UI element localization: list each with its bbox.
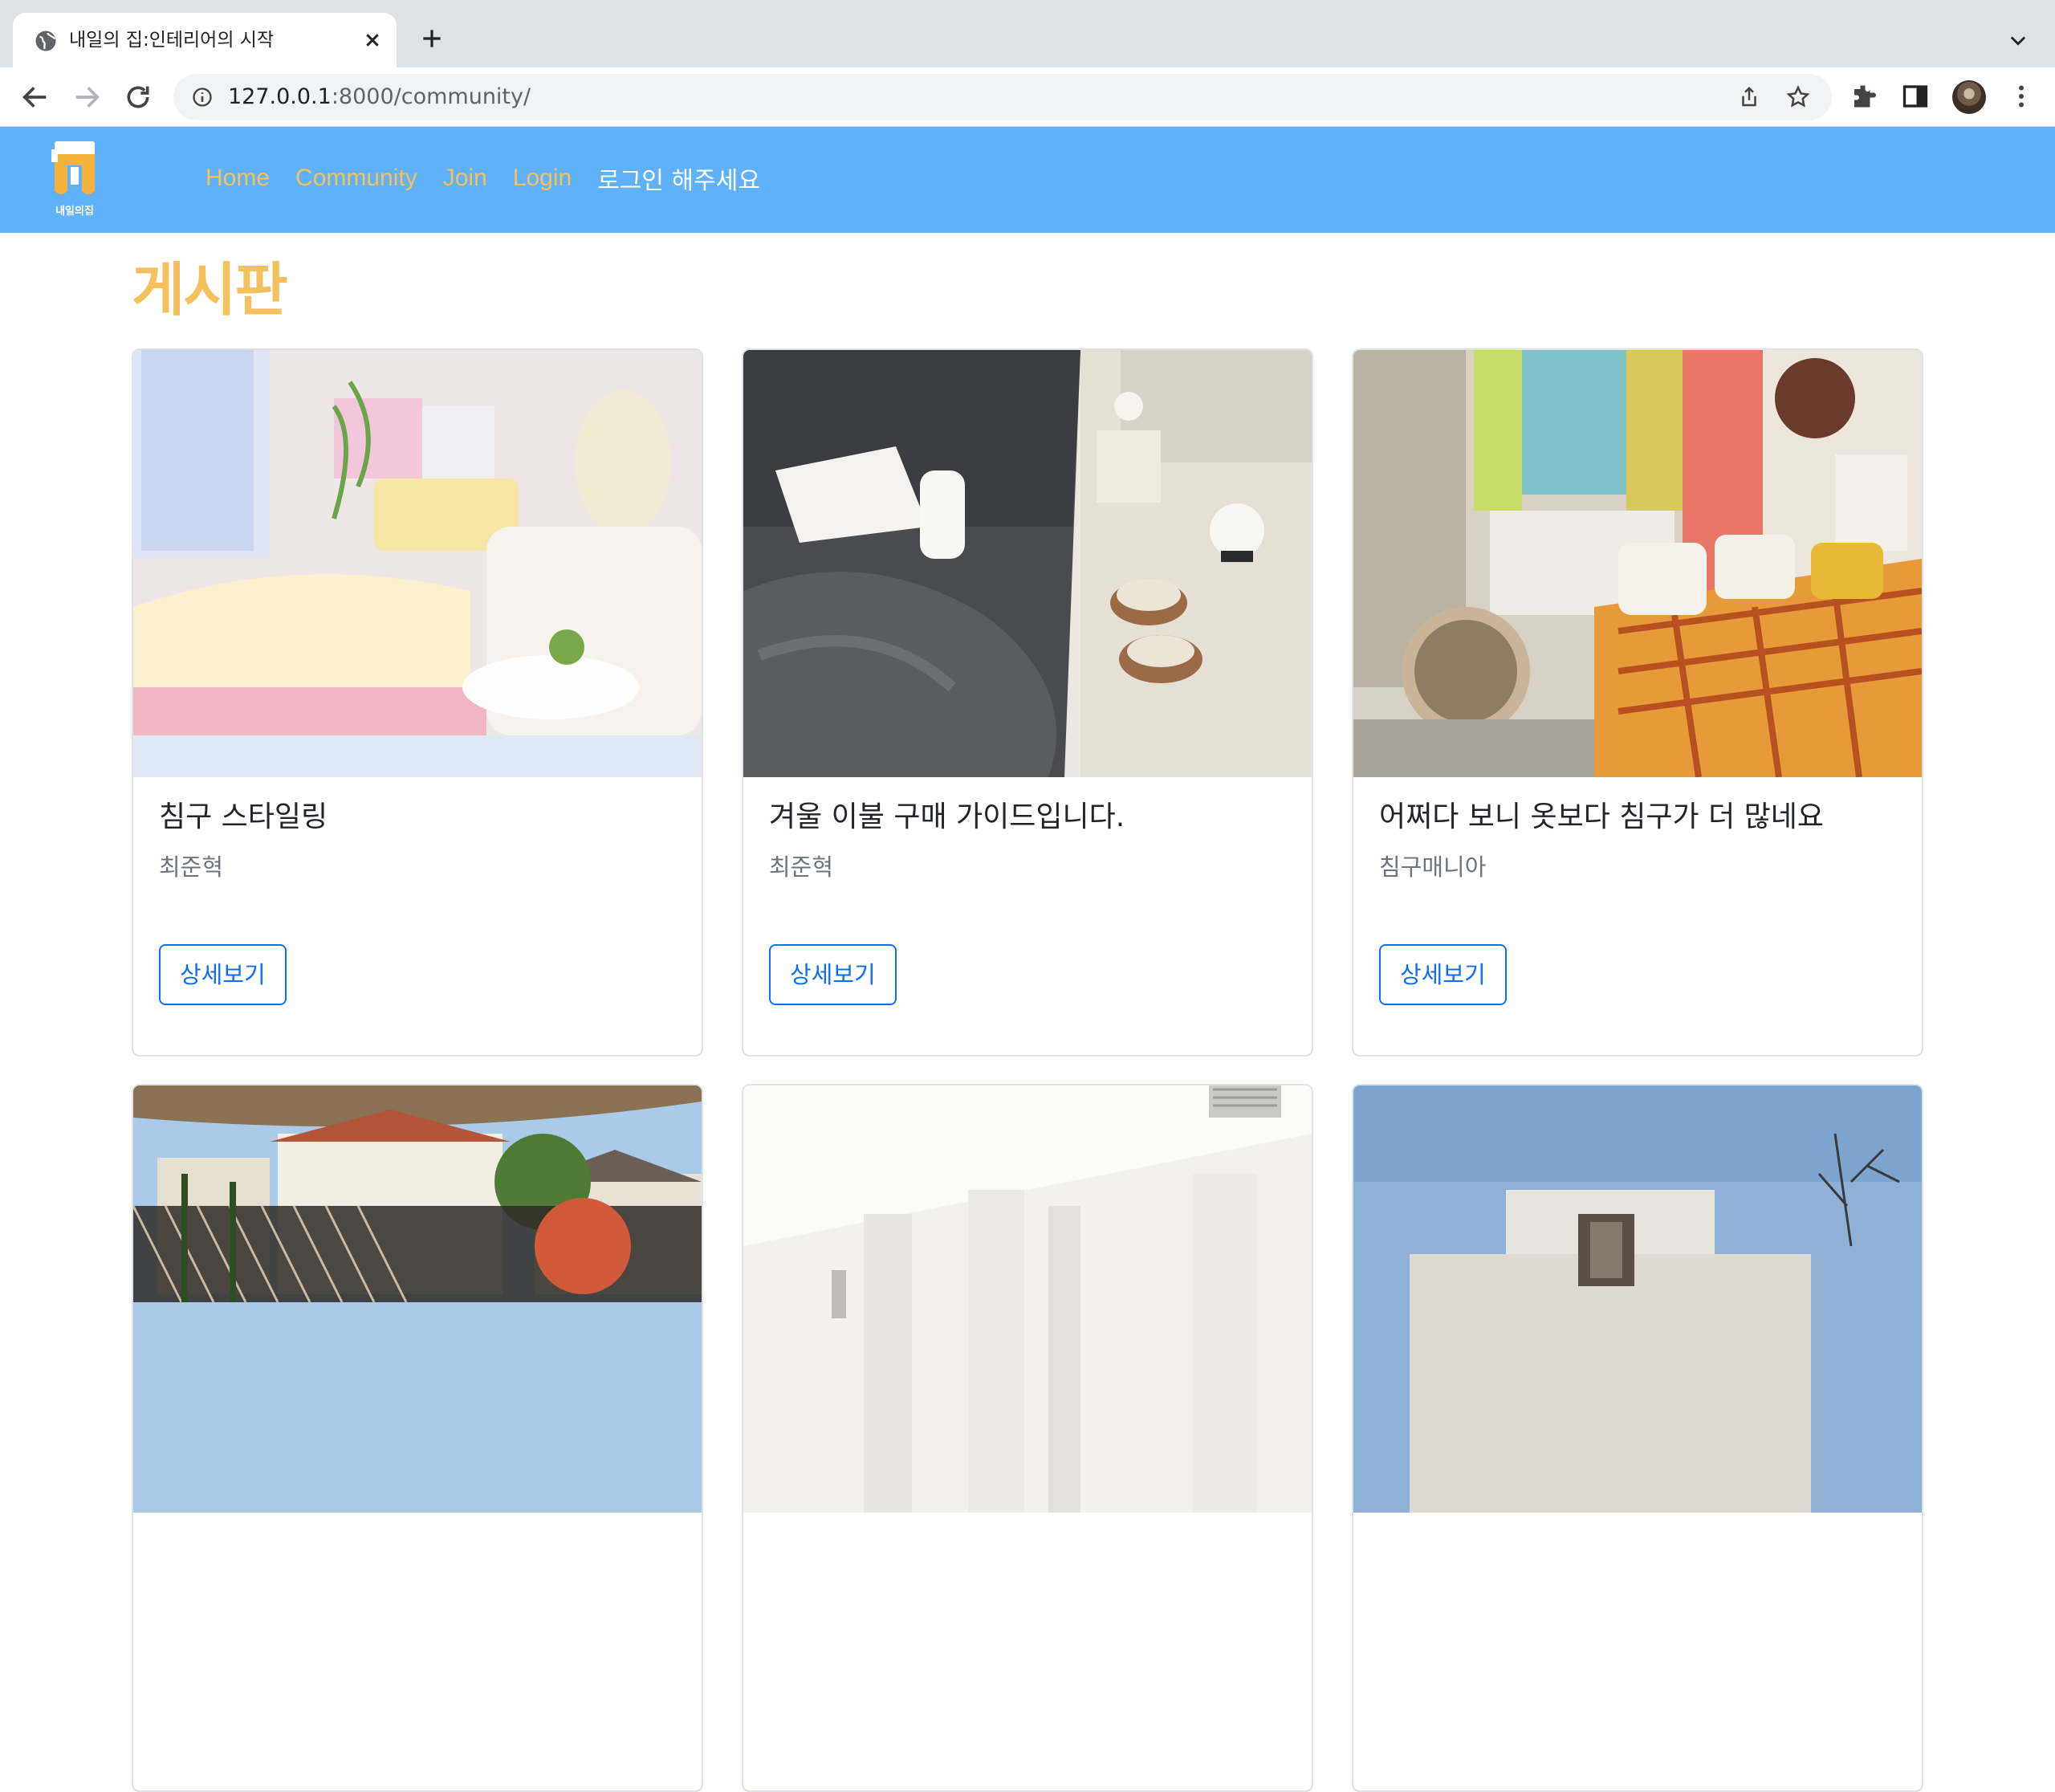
nav-link-join[interactable]: Join <box>443 165 487 192</box>
side-panel-icon[interactable] <box>1901 82 1930 111</box>
browser-toolbar: 127.0.0.1:8000/community/ <box>0 67 2055 127</box>
nav-link-home[interactable]: Home <box>206 165 270 192</box>
tab-title: 내일의 집:인테리어의 시작 <box>69 30 275 51</box>
post-grid: 침구 스타일링 최준혁 상세보기 겨울 이불 구매 가이드입니다. 최준혁 상세… <box>132 348 1923 1792</box>
detail-button[interactable]: 상세보기 <box>769 944 897 1005</box>
logo-text: 내일의집 <box>55 206 94 218</box>
star-icon[interactable] <box>1785 84 1811 110</box>
post-card: 겨울 이불 구매 가이드입니다. 최준혁 상세보기 <box>742 348 1313 1057</box>
login-prompt-text: 로그인 해주세요 <box>597 167 760 195</box>
detail-button[interactable]: 상세보기 <box>159 944 287 1005</box>
pastel-bedroom-image <box>133 350 702 777</box>
post-image[interactable] <box>133 1085 702 1513</box>
profile-avatar[interactable] <box>1952 80 1986 114</box>
post-image[interactable] <box>743 350 1312 777</box>
post-title[interactable]: 침구 스타일링 <box>159 796 682 838</box>
page-title: 게시판 <box>132 256 288 324</box>
site-navbar: 내일의집 Home Community Join Login 로그인 해주세요 <box>0 127 2055 233</box>
extensions-icon[interactable] <box>1850 82 1878 111</box>
post-image[interactable] <box>1353 1085 1922 1513</box>
post-image[interactable] <box>133 350 702 777</box>
post-author: 최준혁 <box>769 853 834 881</box>
garden-patio-image <box>133 1085 702 1513</box>
nav-link-login[interactable]: Login <box>513 165 572 192</box>
post-card <box>742 1084 1313 1792</box>
grey-bedding-image <box>743 350 1312 777</box>
post-image[interactable] <box>743 1085 1312 1513</box>
new-tab-plus-icon[interactable] <box>419 26 445 51</box>
browser-tab[interactable]: 내일의 집:인테리어의 시작 <box>13 13 397 67</box>
globe-icon <box>35 31 56 51</box>
post-card: 침구 스타일링 최준혁 상세보기 <box>132 348 703 1057</box>
detail-button[interactable]: 상세보기 <box>1379 944 1507 1005</box>
close-icon[interactable] <box>360 27 385 53</box>
paint-roller-logo-icon <box>51 141 95 194</box>
main-nav: Home Community Join Login 로그인 해주세요 <box>206 161 760 196</box>
info-icon[interactable] <box>191 86 214 108</box>
post-image[interactable] <box>1353 350 1922 777</box>
url-text: 127.0.0.1:8000/community/ <box>228 84 531 109</box>
chevron-down-icon[interactable] <box>2007 29 2029 51</box>
back-arrow-icon[interactable] <box>19 81 51 113</box>
post-author: 침구매니아 <box>1379 853 1487 881</box>
nav-link-community[interactable]: Community <box>295 165 417 192</box>
post-card <box>1352 1084 1923 1792</box>
house-exterior-image <box>1353 1085 1922 1513</box>
post-author: 최준혁 <box>159 853 224 881</box>
browser-tabstrip: 내일의 집:인테리어의 시작 <box>0 0 2055 67</box>
forward-arrow-icon[interactable] <box>71 81 103 113</box>
post-title[interactable]: 어쩌다 보니 옷보다 침구가 더 많네요 <box>1379 796 1902 838</box>
menu-dots-icon[interactable] <box>2007 82 2036 111</box>
share-icon[interactable] <box>1737 85 1761 109</box>
colorful-room-image <box>1353 350 1922 777</box>
post-card: 어쩌다 보니 옷보다 침구가 더 많네요 침구매니아 상세보기 <box>1352 348 1923 1057</box>
site-logo[interactable]: 내일의집 <box>48 138 101 218</box>
post-card <box>132 1084 703 1792</box>
post-title[interactable]: 겨울 이불 구매 가이드입니다. <box>769 796 1292 838</box>
reload-icon[interactable] <box>122 81 154 113</box>
address-bar[interactable]: 127.0.0.1:8000/community/ <box>173 74 1832 120</box>
white-interior-image <box>743 1085 1312 1513</box>
